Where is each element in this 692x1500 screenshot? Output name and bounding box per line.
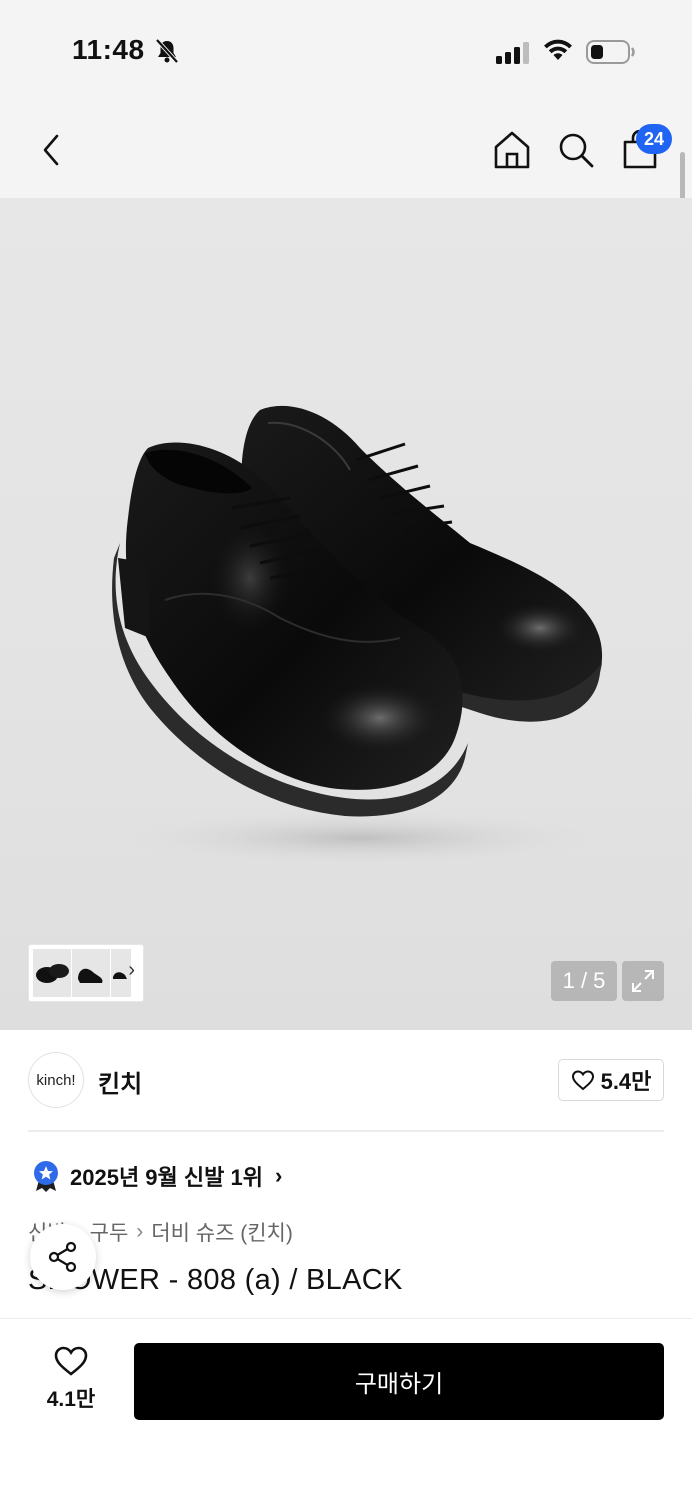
status-time: 11:48 — [72, 34, 145, 65]
share-icon — [48, 1241, 77, 1273]
breadcrumb-item-derby[interactable]: 더비 슈즈 (킨치) — [151, 1217, 293, 1247]
expand-icon — [632, 970, 654, 992]
ranking-badge-icon — [34, 1161, 58, 1192]
signal-icon — [496, 42, 532, 69]
thumbnail-strip[interactable]: › — [28, 944, 144, 1002]
wifi-icon — [542, 38, 574, 67]
search-button[interactable] — [556, 130, 596, 175]
brand-like-count: 5.4만 — [600, 1069, 652, 1094]
app-header — [0, 100, 692, 198]
heart-icon — [571, 1070, 594, 1091]
heart-icon — [54, 1346, 88, 1376]
status-bar: 11:48 — [0, 0, 692, 100]
brand-row[interactable]: kinch! 킨치 5.4만 — [28, 1052, 664, 1110]
bell-off-icon — [154, 38, 180, 69]
brand-logo[interactable]: kinch! — [28, 1052, 84, 1108]
fullscreen-button[interactable] — [622, 961, 664, 1001]
image-page-counter: 1 / 5 — [551, 961, 617, 1001]
brand-like-button[interactable]: 5.4만 — [558, 1059, 664, 1101]
product-image[interactable] — [0, 198, 692, 1030]
breadcrumb-item-dress-shoes[interactable]: 구두 — [90, 1217, 129, 1247]
chevron-right-icon: › — [274, 1163, 283, 1188]
brand-name[interactable]: 킨치 — [98, 1064, 142, 1099]
bottom-purchase-bar: 4.1만 구매하기 — [0, 1318, 692, 1500]
chevron-left-icon — [43, 134, 59, 166]
thumbnail-arrow[interactable]: › — [128, 959, 135, 982]
ranking-text: 2025년 9월 신발 1위 — [70, 1165, 263, 1190]
cart-count-badge[interactable]: 24 — [636, 124, 672, 154]
share-button[interactable] — [30, 1224, 96, 1290]
thumbnail-1[interactable] — [33, 949, 71, 997]
back-button[interactable] — [34, 130, 68, 170]
thumbnail-2[interactable] — [72, 949, 110, 997]
home-icon — [494, 131, 530, 169]
breadcrumb-separator: › — [136, 1220, 144, 1243]
ranking-link[interactable]: 2025년 9월 신발 1위 › — [32, 1160, 282, 1192]
search-icon — [559, 133, 594, 168]
battery-icon — [586, 40, 636, 69]
buy-button[interactable]: 구매하기 — [134, 1343, 664, 1420]
wishlist-button[interactable]: 4.1만 — [36, 1345, 106, 1419]
home-button[interactable] — [492, 130, 532, 175]
wishlist-count: 4.1만 — [46, 1388, 96, 1411]
divider — [28, 1130, 664, 1132]
product-photo-shoes — [100, 405, 620, 868]
